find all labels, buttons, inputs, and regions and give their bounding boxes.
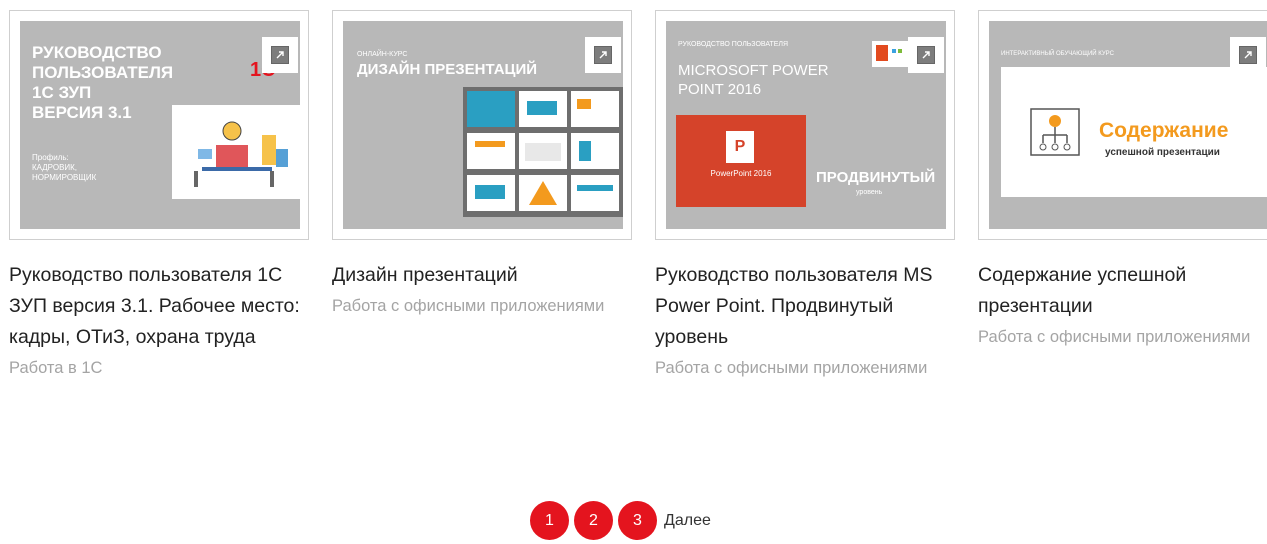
external-link-icon[interactable] [585,37,621,73]
powerpoint-icon: P [726,131,754,163]
cover-image: ИНТЕРАКТИВНЫЙ ОБУЧАЮЩИЙ КУРС Содержание … [989,21,1267,229]
cover-line: РУКОВОДСТВО [32,43,162,62]
powerpoint-label: PowerPoint 2016 [710,169,772,178]
course-thumbnail[interactable]: РУКОВОДСТВО ПОЛЬЗОВАТЕЛЯ 1С ЗУП ВЕРСИЯ 3… [9,10,309,240]
cover-subheading: успешной презентации [1105,147,1220,158]
course-category: Работа с офисными приложениями [978,328,1251,346]
course-title[interactable]: Содержание успешной презентации [978,260,1267,322]
external-link-icon[interactable] [262,37,298,73]
cover-white-panel: Содержание успешной презентации [1001,67,1267,197]
course-thumbnail[interactable]: ОНЛАЙН-КУРС ДИЗАЙН ПРЕЗЕНТАЦИЙ [332,10,632,240]
cover-line: ВЕРСИЯ 3.1 [32,103,132,122]
course-category: Работа с офисными приложениями [332,297,605,315]
course-thumbnail[interactable]: РУКОВОДСТВО ПОЛЬЗОВАТЕЛЯ MICROSOFT POWER… [655,10,955,240]
course-title[interactable]: Руководство пользователя MS Power Point.… [655,260,955,353]
external-link-icon[interactable] [908,37,944,73]
cover-kicker: РУКОВОДСТВО ПОЛЬЗОВАТЕЛЯ [678,41,789,48]
cover-badge: ПРОДВИНУТЫЙ [816,169,936,186]
page-3-button[interactable]: 3 [618,501,657,540]
cover-kicker: ОНЛАЙН-КУРС [357,51,408,58]
course-category: Работа с офисными приложениями [655,359,928,377]
external-link-icon[interactable] [1230,37,1266,73]
cover-small-line: Профиль: [32,153,69,162]
cover-image: РУКОВОДСТВО ПОЛЬЗОВАТЕЛЯ 1С ЗУП ВЕРСИЯ 3… [20,21,300,229]
cover-line: ПОЛЬЗОВАТЕЛЯ [32,63,174,82]
pagination: 1 2 3 Далее [530,501,711,540]
powerpoint-box: P PowerPoint 2016 [676,115,806,207]
cover-image: РУКОВОДСТВО ПОЛЬЗОВАТЕЛЯ MICROSOFT POWER… [666,21,946,229]
office-logo-icon [872,41,912,67]
course-card-presentation-design[interactable]: ОНЛАЙН-КУРС ДИЗАЙН ПРЕЗЕНТАЦИЙ Дизайн пр… [332,10,632,322]
cover-image: ОНЛАЙН-КУРС ДИЗАЙН ПРЕЗЕНТАЦИЙ [343,21,623,229]
page-2-button[interactable]: 2 [574,501,613,540]
cover-small-line: НОРМИРОВЩИК [32,173,97,182]
cover-line: 1С ЗУП [32,83,92,102]
course-title[interactable]: Руководство пользователя 1С ЗУП версия 3… [9,260,309,353]
course-card-presentation-content[interactable]: ИНТЕРАКТИВНЫЙ ОБУЧАЮЩИЙ КУРС Содержание … [978,10,1267,353]
flowchart-icon [1030,108,1080,156]
course-category: Работа в 1С [9,359,103,377]
next-page-link[interactable]: Далее [664,512,711,530]
cover-badge-sub: уровень [856,189,883,196]
cover-kicker: ИНТЕРАКТИВНЫЙ ОБУЧАЮЩИЙ КУРС [1001,51,1114,57]
course-card-powerpoint-advanced[interactable]: РУКОВОДСТВО ПОЛЬЗОВАТЕЛЯ MICROSOFT POWER… [655,10,955,384]
cover-heading: Содержание [1099,119,1229,142]
office-illustration [172,105,300,199]
course-title[interactable]: Дизайн презентаций [332,260,632,291]
page-1-button[interactable]: 1 [530,501,569,540]
course-thumbnail[interactable]: ИНТЕРАКТИВНЫЙ ОБУЧАЮЩИЙ КУРС Содержание … [978,10,1267,240]
cover-heading: ДИЗАЙН ПРЕЗЕНТАЦИЙ [357,61,538,78]
cover-small-line: КАДРОВИК, [32,163,78,172]
slides-grid-illustration [463,87,623,217]
cover-heading: MICROSOFT POWER POINT 2016 [678,62,829,98]
course-card-1c-zup[interactable]: РУКОВОДСТВО ПОЛЬЗОВАТЕЛЯ 1С ЗУП ВЕРСИЯ 3… [9,10,309,384]
